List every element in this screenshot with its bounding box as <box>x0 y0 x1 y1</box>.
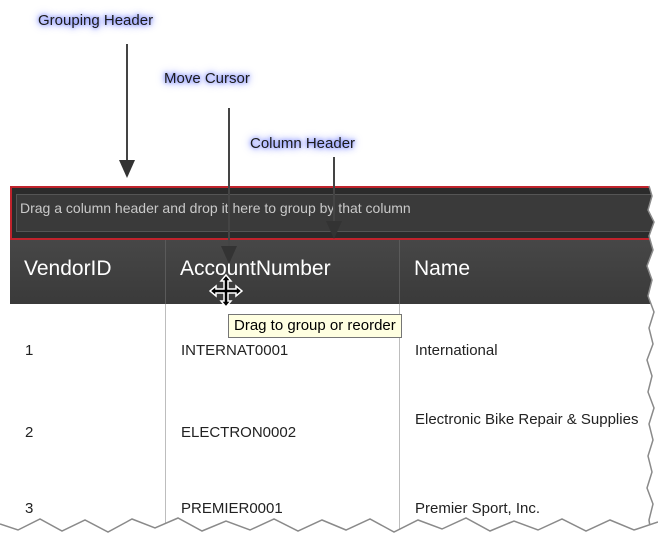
cell-account-number: PREMIER0001 <box>166 476 400 540</box>
column-header-accountnumber[interactable]: AccountNumber <box>166 240 400 304</box>
table-row[interactable]: 2 ELECTRON0002 Electronic Bike Repair & … <box>10 366 658 476</box>
cell-vendor-id: 3 <box>10 476 166 540</box>
cell-vendor-id: 1 <box>10 304 166 366</box>
cell-name: Premier Sport, Inc. <box>415 500 541 517</box>
move-cursor-arrow-line <box>228 108 230 248</box>
column-header-name[interactable]: Name <box>400 240 658 304</box>
group-hint-text: Drag a column header and drop it here to… <box>20 200 411 216</box>
cell-account-number: ELECTRON0002 <box>166 366 400 476</box>
move-cursor-callout: Move Cursor <box>164 70 250 87</box>
column-header-arrow-line <box>333 157 335 223</box>
grouping-header-callout: Grouping Header <box>38 12 154 29</box>
down-arrow-icon <box>326 221 342 239</box>
cell-vendor-id: 2 <box>10 366 166 476</box>
column-header-callout: Column Header <box>250 135 356 152</box>
drag-tooltip: Drag to group or reorder <box>228 314 402 338</box>
column-header-label: AccountNumber <box>180 257 331 280</box>
column-header-label: Name <box>414 257 471 280</box>
table-row[interactable]: 3 PREMIER0001 Premier Sport, Inc. <box>10 476 658 540</box>
move-cursor-icon <box>209 274 243 308</box>
down-arrow-icon <box>119 160 135 178</box>
cell-name: International <box>415 342 498 359</box>
data-grid: Drag a column header and drop it here to… <box>10 186 658 540</box>
column-header-label: VendorID <box>24 257 112 280</box>
column-header-row: VendorID AccountNumber Name <box>10 240 658 304</box>
cell-name: Electronic Bike Repair & Supplies <box>415 411 639 428</box>
grouping-header-arrow-line <box>126 44 128 162</box>
column-header-vendorid[interactable]: VendorID <box>10 240 166 304</box>
down-arrow-icon <box>221 246 237 264</box>
